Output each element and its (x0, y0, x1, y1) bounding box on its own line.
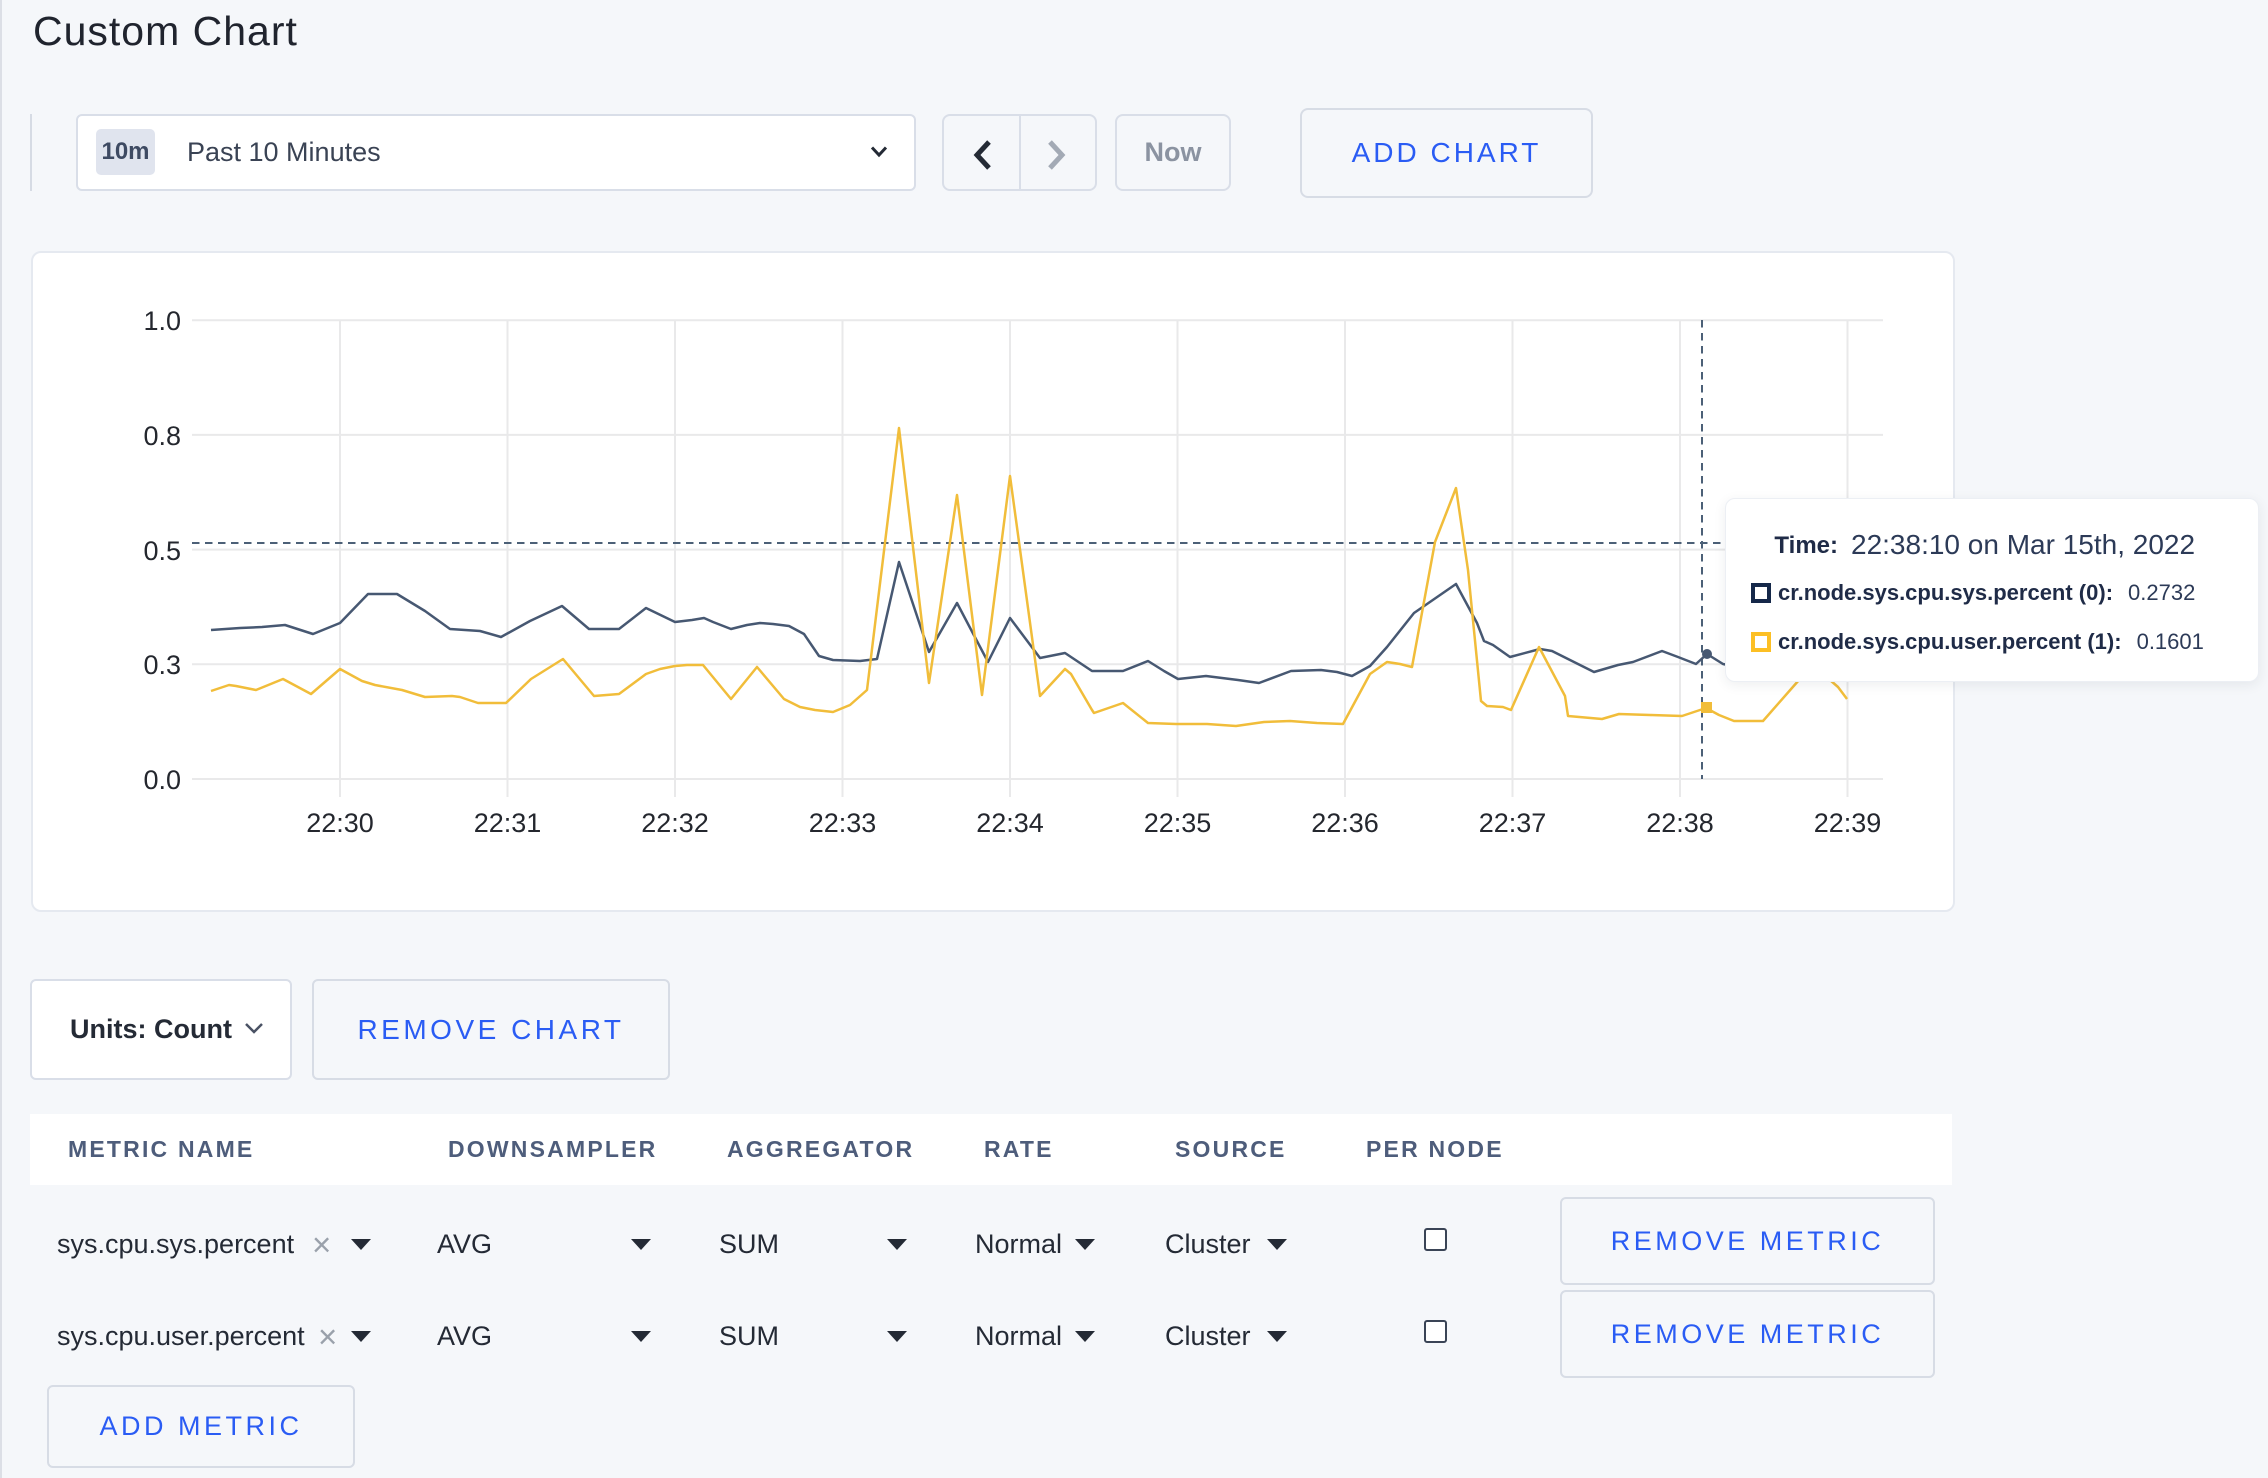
svg-text:22:31: 22:31 (474, 808, 542, 838)
svg-text:22:35: 22:35 (1144, 808, 1212, 838)
svg-text:22:33: 22:33 (809, 808, 877, 838)
svg-text:22:30: 22:30 (306, 808, 374, 838)
svg-text:0.8: 0.8 (143, 421, 181, 451)
svg-text:22:37: 22:37 (1479, 808, 1547, 838)
svg-text:0.3: 0.3 (143, 650, 181, 680)
svg-text:22:39: 22:39 (1814, 808, 1882, 838)
svg-text:1.0: 1.0 (143, 306, 181, 336)
svg-text:22:36: 22:36 (1311, 808, 1379, 838)
svg-text:22:38: 22:38 (1646, 808, 1714, 838)
svg-text:22:34: 22:34 (976, 808, 1044, 838)
svg-text:0.5: 0.5 (143, 536, 181, 566)
svg-text:22:32: 22:32 (641, 808, 709, 838)
svg-text:0.0: 0.0 (143, 765, 181, 795)
